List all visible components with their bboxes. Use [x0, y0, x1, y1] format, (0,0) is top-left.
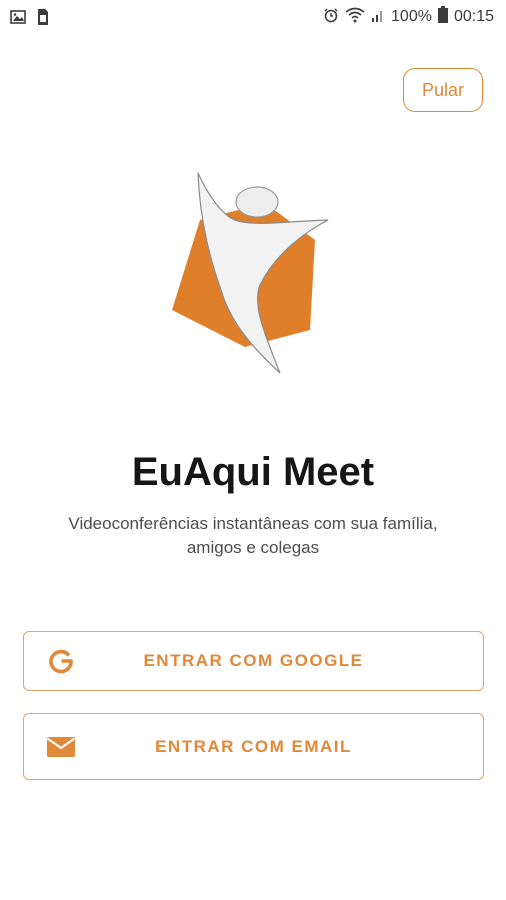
google-sign-in-button[interactable]: ENTRAR COM GOOGLE [23, 631, 484, 691]
app-subtitle: Videoconferências instantâneas com sua f… [68, 514, 438, 557]
status-right: 100% 00:15 [323, 6, 494, 28]
email-sign-in-button[interactable]: ENTRAR COM EMAIL [23, 713, 484, 780]
status-bar: 100% 00:15 [0, 0, 506, 34]
app-logo [160, 165, 340, 380]
onboarding-screen: 100% 00:15 Pular EuAqui Meet Videoconfer… [0, 0, 506, 900]
skip-button-label: Pular [421, 79, 465, 100]
sim-icon [36, 8, 50, 31]
google-button-label: ENTRAR COM GOOGLE [143, 651, 364, 670]
skip-button[interactable]: Pular [403, 68, 483, 112]
image-icon [10, 9, 26, 30]
google-icon [46, 646, 76, 676]
alarm-icon [323, 7, 339, 28]
battery-icon [437, 6, 448, 28]
battery-percentage: 100% [391, 8, 432, 25]
mail-icon [46, 732, 76, 762]
logo-head [235, 186, 279, 218]
signal-icon [371, 7, 385, 28]
status-time: 00:15 [453, 8, 494, 25]
email-button-label: ENTRAR COM EMAIL [155, 736, 352, 756]
app-title: EuAqui Meet [131, 450, 375, 494]
status-left [10, 8, 50, 31]
wifi-icon [345, 7, 365, 28]
